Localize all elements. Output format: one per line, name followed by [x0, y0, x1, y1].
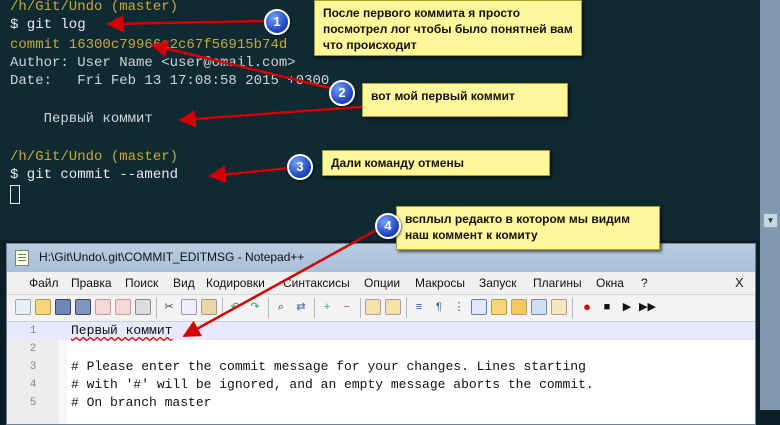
- save-macro-icon[interactable]: ▶▶: [639, 299, 656, 315]
- notepad-title: H:\Git\Undo\.git\COMMIT_EDITMSG - Notepa…: [39, 250, 305, 264]
- record-macro-icon[interactable]: [551, 299, 567, 315]
- stop-macro-icon[interactable]: ●: [579, 299, 595, 315]
- menu-encoding[interactable]: Кодировки: [206, 276, 265, 290]
- menu-search[interactable]: Поиск: [125, 276, 158, 290]
- menu-edit[interactable]: Правка: [71, 276, 112, 290]
- code-line[interactable]: # On branch master: [71, 394, 211, 412]
- notepad-app-icon: [15, 250, 29, 266]
- code-line[interactable]: # with '#' will be ignored, and an empty…: [71, 376, 594, 394]
- terminal-prompt-2: /h/Git/Undo (master): [10, 149, 179, 165]
- open-file-icon[interactable]: [35, 299, 51, 315]
- paste-icon[interactable]: [201, 299, 217, 315]
- toolbar: ✂ ↶ ↷ ⌕ ⇄ + − ≡ ¶ ⋮ ● ■ ▶ ▶▶: [7, 295, 755, 322]
- callout-badge-4: 4: [375, 213, 401, 239]
- line-number: 4: [29, 379, 37, 391]
- menu-syntax[interactable]: Синтаксисы: [283, 276, 350, 290]
- save-all-icon[interactable]: [75, 299, 91, 315]
- toolbar-separator: [268, 298, 269, 318]
- callout-2: вот мой первый коммит: [362, 83, 568, 117]
- menu-file[interactable]: Файл: [29, 276, 59, 290]
- menu-windows[interactable]: Окна: [596, 276, 624, 290]
- close-icon[interactable]: [95, 299, 111, 315]
- editor-line[interactable]: 3 # Please enter the commit message for …: [7, 358, 755, 376]
- line-number: 3: [29, 361, 37, 373]
- editor-area[interactable]: 1 Первый коммит 2 3 # Please enter the c…: [7, 322, 755, 424]
- close-all-icon[interactable]: [115, 299, 131, 315]
- indent-guide-icon[interactable]: ⋮: [451, 299, 467, 315]
- terminal-prompt-1: /h/Git/Undo (master): [10, 0, 179, 15]
- menu-run[interactable]: Запуск: [479, 276, 517, 290]
- terminal-commit-hash: commit 16300c79966a2c67f56915b74d: [10, 37, 288, 53]
- document-close-button[interactable]: X: [735, 275, 744, 290]
- toolbar-separator: [360, 298, 361, 318]
- code-line[interactable]: # Please enter the commit message for yo…: [71, 358, 586, 376]
- callout-1: После первого коммита я просто посмотрел…: [314, 0, 582, 56]
- editor-line[interactable]: 4 # with '#' will be ignored, and an emp…: [7, 376, 755, 394]
- save-icon[interactable]: [55, 299, 71, 315]
- commit-message-line[interactable]: Первый коммит: [71, 322, 172, 340]
- show-all-chars-icon[interactable]: ¶: [431, 299, 447, 315]
- terminal-command-git-log: $ git log: [10, 17, 86, 33]
- copy-icon[interactable]: [181, 299, 197, 315]
- sync-h-icon[interactable]: [385, 299, 401, 315]
- toolbar-separator: [572, 298, 573, 318]
- callout-badge-2: 2: [329, 80, 355, 106]
- terminal-cursor[interactable]: [10, 185, 20, 204]
- menu-bar: Файл Правка Поиск Вид Кодировки Синтакси…: [7, 272, 755, 295]
- callout-3: Дали команду отмены: [322, 150, 550, 176]
- menu-plugins[interactable]: Плагины: [533, 276, 582, 290]
- menu-options[interactable]: Опции: [364, 276, 400, 290]
- line-number: 2: [29, 343, 37, 355]
- terminal-author: Author: User Name <user@omail.com>: [10, 55, 296, 71]
- terminal-command-amend: $ git commit --amend: [10, 167, 179, 183]
- callout-badge-1: 1: [264, 9, 290, 35]
- notepad-window: H:\Git\Undo\.git\COMMIT_EDITMSG - Notepa…: [6, 243, 756, 425]
- editor-line[interactable]: 1 Первый коммит: [7, 322, 755, 340]
- editor-line[interactable]: 5 # On branch master: [7, 394, 755, 412]
- find-icon[interactable]: ⌕: [273, 299, 289, 315]
- toolbar-separator: [156, 298, 157, 318]
- toolbar-separator: [314, 298, 315, 318]
- line-number: 1: [29, 325, 37, 337]
- zoom-out-icon[interactable]: −: [339, 299, 355, 315]
- toolbar-separator: [406, 298, 407, 318]
- function-list-icon[interactable]: [491, 299, 507, 315]
- cut-icon[interactable]: ✂: [161, 299, 177, 315]
- run-macro-multiple-icon[interactable]: ▶: [619, 299, 635, 315]
- print-icon[interactable]: [135, 299, 151, 315]
- callout-badge-3: 3: [287, 154, 313, 180]
- editor-line[interactable]: 2: [7, 340, 755, 358]
- play-macro-icon[interactable]: ■: [599, 299, 615, 315]
- line-number: 5: [29, 397, 37, 409]
- monitor-icon[interactable]: [531, 299, 547, 315]
- scroll-down-icon[interactable]: ▼: [763, 213, 778, 228]
- replace-icon[interactable]: ⇄: [293, 299, 309, 315]
- doc-map-icon[interactable]: [471, 299, 487, 315]
- background-window-edge: ▼: [760, 0, 780, 410]
- word-wrap-icon[interactable]: ≡: [411, 299, 427, 315]
- sync-v-icon[interactable]: [365, 299, 381, 315]
- toolbar-separator: [222, 298, 223, 318]
- redo-icon[interactable]: ↷: [247, 299, 263, 315]
- terminal-date: Date: Fri Feb 13 17:08:58 2015 +0300: [10, 73, 330, 89]
- undo-icon[interactable]: ↶: [227, 299, 243, 315]
- terminal-commit-message: Первый коммит: [10, 111, 153, 127]
- menu-macros[interactable]: Макросы: [415, 276, 465, 290]
- menu-help[interactable]: ?: [641, 276, 648, 290]
- menu-view[interactable]: Вид: [173, 276, 195, 290]
- new-file-icon[interactable]: [15, 299, 31, 315]
- zoom-in-icon[interactable]: +: [319, 299, 335, 315]
- folder-icon[interactable]: [511, 299, 527, 315]
- callout-4: всплыл редакто в котором мы видим наш ко…: [396, 206, 660, 250]
